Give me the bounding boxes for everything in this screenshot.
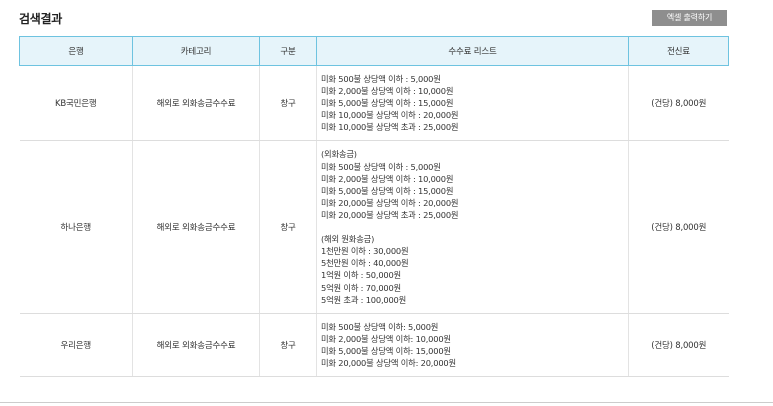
telegraph-fee-cell: (건당) 8,000원 [628, 140, 729, 314]
bank-name-cell: 하나은행 [19, 140, 133, 314]
fee-line: (외화송금) [321, 149, 357, 160]
fee-line: 미화 20,000불 상당액 초과 : 25,000원 [321, 209, 459, 220]
viewport-bottom-divider [0, 402, 773, 403]
fee-line: 5억원 이하 : 70,000원 [321, 282, 401, 293]
fee-line: 미화 2,000불 상당액 이하 : 10,000원 [321, 86, 454, 97]
type-cell: 창구 [259, 65, 317, 142]
fee-line: 미화 500불 상당액 이하 : 5,000원 [321, 74, 441, 84]
bank-name-cell: KB국민은행 [19, 65, 133, 142]
column-header-type: 구분 [259, 36, 317, 66]
fee-line: 미화 20,000불 상당액 이하 : 20,000원 [321, 197, 459, 208]
fee-line: 미화 10,000불 상당액 초과 : 25,000원 [321, 122, 459, 133]
category-cell: 해외로 외화송금수수료 [132, 65, 260, 142]
fee-line: 미화 5,000불 상당액 이하 : 15,000원 [321, 98, 454, 109]
category-cell: 해외로 외화송금수수료 [132, 140, 260, 314]
bank-name-cell: 우리은행 [19, 313, 133, 378]
results-table: 은행 카테고리 구분 수수료 리스트 전신료 KB국민은행 해외로 외화송금수수료… [19, 36, 729, 378]
fee-line: (해외 원화송금) [321, 234, 375, 245]
fee-line: 5천만원 이하 : 40,000원 [321, 258, 409, 269]
fee-line: 1천만원 이하 : 30,000원 [321, 246, 409, 257]
results-table-body: KB국민은행 해외로 외화송금수수료 창구 미화 500불 상당액 이하 : 5,00… [19, 65, 729, 378]
category-cell: 해외로 외화송금수수료 [132, 313, 260, 378]
column-header-bank: 은행 [19, 36, 133, 66]
fee-line: 미화 500불 상당액 이하: 5,000원 [321, 321, 439, 332]
fee-line: 미화 5,000불 상당액 이하: 15,000원 [321, 345, 451, 356]
column-header-category: 카테고리 [132, 36, 260, 66]
fee-line: 5억원 초과 : 100,000원 [321, 294, 407, 305]
table-row: KB국민은행 해외로 외화송금수수료 창구 미화 500불 상당액 이하 : 5,00… [19, 65, 729, 142]
column-header-telegraph-fee: 전신료 [628, 36, 729, 66]
table-row: 하나은행 해외로 외화송금수수료 창구 (외화송금) 미화 500불 상당액 이하 : … [19, 140, 729, 314]
fee-line: 미화 5,000불 상당액 이하 : 15,000원 [321, 185, 454, 196]
fee-line: 1억원 이하 : 50,000원 [321, 270, 401, 281]
fee-list-cell: 미화 500불 상당액 이하: 5,000원 미화 2,000불 상당액 이하: … [316, 313, 629, 378]
telegraph-fee-cell: (건당) 8,000원 [628, 65, 729, 142]
excel-export-button[interactable]: 엑셀 출력하기 [652, 10, 727, 26]
type-cell: 창구 [259, 313, 317, 378]
telegraph-fee-cell: (건당) 8,000원 [628, 313, 729, 378]
table-header-row: 은행 카테고리 구분 수수료 리스트 전신료 [19, 36, 729, 66]
fee-line: 미화 10,000불 상당액 이하 : 20,000원 [321, 110, 459, 121]
table-row: 우리은행 해외로 외화송금수수료 창구 미화 500불 상당액 이하: 5,000원 미… [19, 313, 729, 378]
page-title: 검색결과 [19, 12, 62, 26]
fee-line: 미화 500불 상당액 이하 : 5,000원 [321, 161, 441, 172]
fee-list-cell: 미화 500불 상당액 이하 : 5,000원미화 2,000불 상당액 이하 … [316, 65, 629, 142]
fee-list-cell: (외화송금) 미화 500불 상당액 이하 : 5,000원 미화 2,000불 상… [316, 140, 629, 314]
fee-line: 미화 2,000불 상당액 이하: 10,000원 [321, 333, 451, 344]
fee-line: 미화 2,000불 상당액 이하 : 10,000원 [321, 173, 454, 184]
fee-list-spacer [321, 221, 628, 233]
column-header-fee-list: 수수료 리스트 [316, 36, 629, 66]
type-cell: 창구 [259, 140, 317, 314]
fee-line: 미화 20,000불 상당액 이하: 20,000원 [321, 357, 456, 368]
